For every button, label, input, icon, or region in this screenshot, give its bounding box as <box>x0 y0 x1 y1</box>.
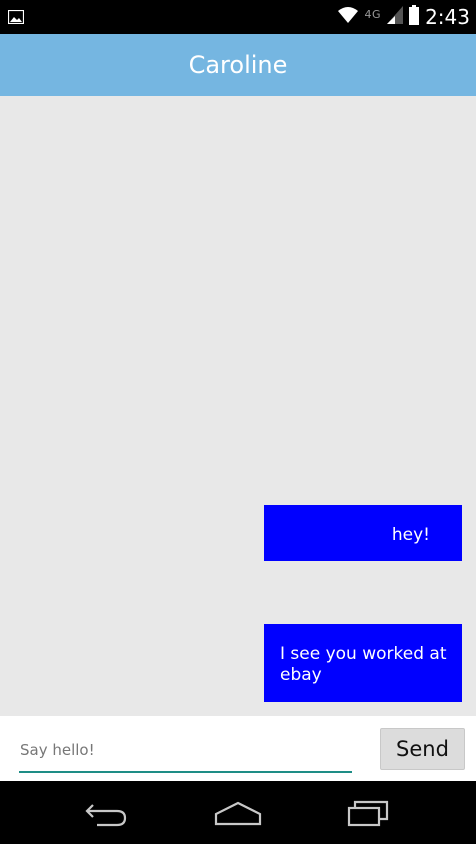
chat-area[interactable]: hey! I see you worked at ebay <box>0 96 476 716</box>
home-icon[interactable] <box>208 795 268 831</box>
message-text: hey! <box>391 525 430 545</box>
status-indicators: 4G 2:43 <box>337 0 470 34</box>
message-bubble: hey! <box>264 505 462 561</box>
recent-apps-icon[interactable] <box>338 795 398 831</box>
conversation-title: Caroline <box>188 51 288 79</box>
input-underline <box>19 771 352 773</box>
message-composer: Send <box>0 716 476 781</box>
network-type-label: 4G <box>364 7 382 21</box>
wifi-icon <box>337 6 359 28</box>
message-input[interactable] <box>20 736 350 764</box>
send-button[interactable]: Send <box>380 728 465 770</box>
image-icon <box>7 9 25 25</box>
battery-icon <box>409 5 420 29</box>
back-icon[interactable] <box>76 795 136 831</box>
status-time: 2:43 <box>425 5 470 29</box>
status-bar: 4G 2:43 <box>0 0 476 34</box>
navigation-bar <box>0 781 476 844</box>
message-text: I see you worked at ebay <box>280 644 447 685</box>
signal-icon <box>387 6 404 28</box>
app-bar: Caroline <box>0 34 476 96</box>
message-bubble: I see you worked at ebay <box>264 624 462 702</box>
